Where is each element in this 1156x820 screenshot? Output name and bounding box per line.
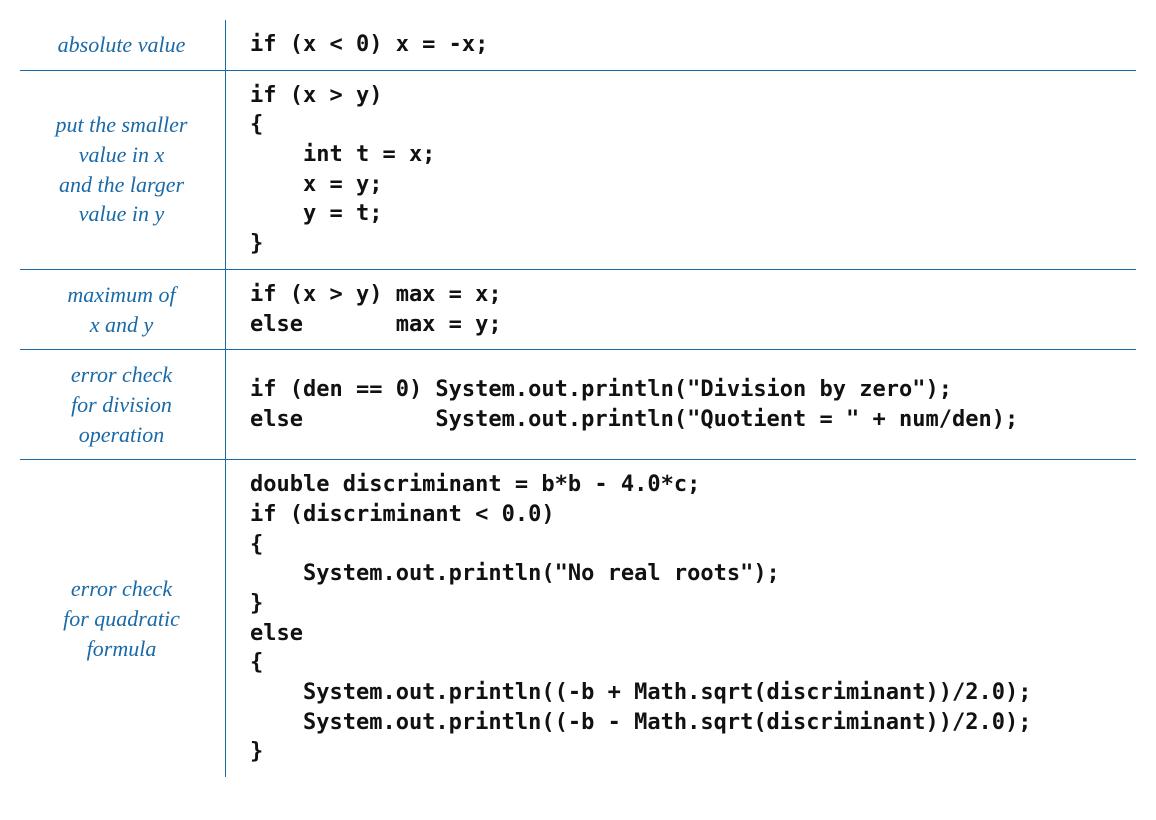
examples-table-inner: absolute value if (x < 0) x = -x; put th… <box>20 20 1136 777</box>
table-row: maximum of x and y if (x > y) max = x; e… <box>20 269 1136 349</box>
code-block: if (x < 0) x = -x; <box>250 30 1122 60</box>
row-code-cell: double discriminant = b*b - 4.0*c; if (d… <box>226 460 1137 777</box>
row-label: error check for division operation <box>20 350 226 460</box>
code-block: if (den == 0) System.out.println("Divisi… <box>250 375 1122 434</box>
label-text: put the smaller value in x and the large… <box>56 110 188 229</box>
row-code-cell: if (x > y) max = x; else max = y; <box>226 269 1137 349</box>
row-code-cell: if (x > y) { int t = x; x = y; y = t; } <box>226 70 1137 269</box>
table-row: error check for quadratic formula double… <box>20 460 1136 777</box>
code-block: if (x > y) { int t = x; x = y; y = t; } <box>250 81 1122 259</box>
label-text: error check for division operation <box>71 360 172 449</box>
table-row: error check for division operation if (d… <box>20 350 1136 460</box>
row-label: absolute value <box>20 20 226 70</box>
label-text: maximum of x and y <box>67 280 175 339</box>
label-text: error check for quadratic formula <box>63 574 180 663</box>
table-row: absolute value if (x < 0) x = -x; <box>20 20 1136 70</box>
code-block: if (x > y) max = x; else max = y; <box>250 280 1122 339</box>
row-code-cell: if (den == 0) System.out.println("Divisi… <box>226 350 1137 460</box>
row-label: error check for quadratic formula <box>20 460 226 777</box>
examples-table: absolute value if (x < 0) x = -x; put th… <box>20 20 1136 777</box>
row-label: put the smaller value in x and the large… <box>20 70 226 269</box>
table-row: put the smaller value in x and the large… <box>20 70 1136 269</box>
code-block: double discriminant = b*b - 4.0*c; if (d… <box>250 470 1122 767</box>
row-code-cell: if (x < 0) x = -x; <box>226 20 1137 70</box>
label-text: absolute value <box>58 30 186 60</box>
row-label: maximum of x and y <box>20 269 226 349</box>
